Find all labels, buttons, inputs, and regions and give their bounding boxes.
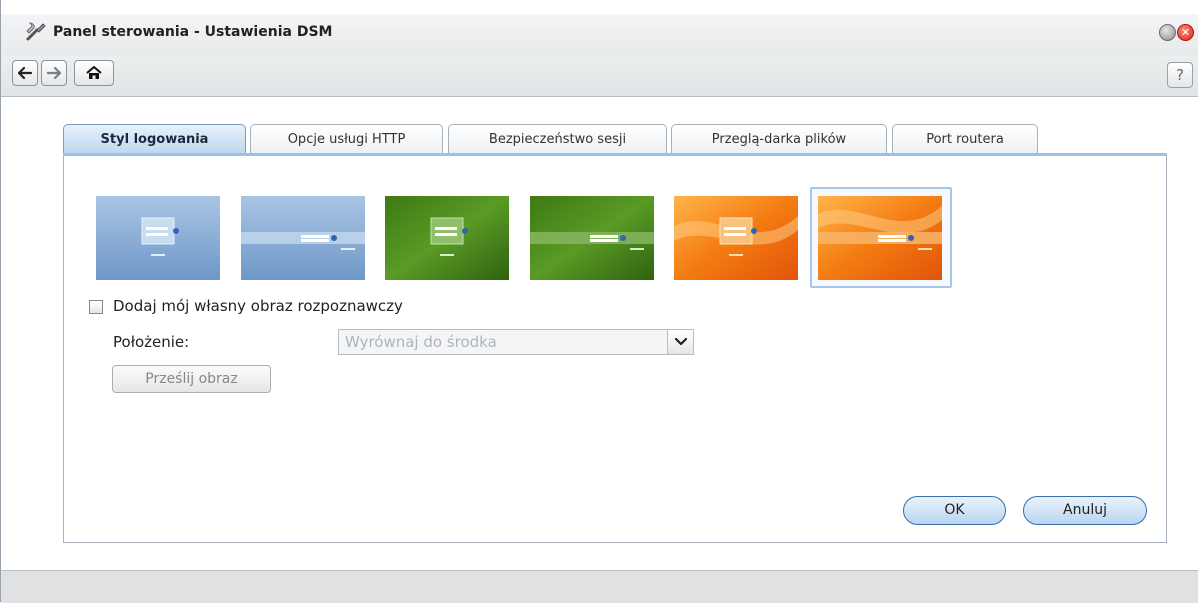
login-style-orange-bar[interactable] bbox=[818, 196, 942, 280]
tab-file-browser[interactable]: Przeglą-darka plików bbox=[671, 124, 887, 154]
minimize-button[interactable] bbox=[1159, 24, 1176, 41]
cancel-button[interactable]: Anuluj bbox=[1023, 496, 1147, 525]
back-button[interactable] bbox=[12, 60, 38, 86]
tab-session-security[interactable]: Bezpieczeństwo sesji bbox=[448, 124, 667, 154]
home-icon bbox=[86, 66, 102, 79]
position-select-value: Wyrównaj do środka bbox=[345, 333, 497, 351]
close-icon: ✕ bbox=[1180, 26, 1191, 39]
login-style-green-box[interactable] bbox=[385, 196, 509, 280]
arrow-left-icon bbox=[18, 67, 32, 79]
custom-image-label: Dodaj mój własny obraz rozpoznawczy bbox=[113, 297, 403, 315]
close-button[interactable]: ✕ bbox=[1177, 24, 1194, 41]
status-bar bbox=[1, 570, 1198, 603]
login-style-orange-box[interactable] bbox=[674, 196, 798, 280]
help-button[interactable]: ? bbox=[1167, 62, 1193, 88]
upload-image-button[interactable]: Prześlij obraz bbox=[112, 365, 271, 393]
custom-image-checkbox[interactable] bbox=[89, 300, 103, 314]
title-bar[interactable]: Panel sterowania - Ustawienia DSM ✕ bbox=[1, 14, 1198, 56]
login-style-blue-bar[interactable] bbox=[241, 196, 365, 280]
tools-icon bbox=[26, 22, 46, 41]
home-button[interactable] bbox=[74, 60, 114, 86]
arrow-right-icon bbox=[47, 67, 61, 79]
login-style-blue-box[interactable] bbox=[96, 196, 220, 280]
tab-http-options[interactable]: Opcje usługi HTTP bbox=[250, 124, 443, 154]
tab-login-style[interactable]: Styl logowania bbox=[63, 124, 246, 155]
forward-button[interactable] bbox=[41, 60, 67, 86]
position-select[interactable]: Wyrównaj do środka bbox=[338, 329, 694, 355]
toolbar: ? bbox=[1, 56, 1198, 97]
position-select-toggle[interactable] bbox=[667, 330, 693, 354]
ok-button[interactable]: OK bbox=[903, 496, 1006, 525]
settings-window: Panel sterowania - Ustawienia DSM ✕ ? St… bbox=[0, 0, 1198, 603]
tab-router-port[interactable]: Port routera bbox=[892, 124, 1038, 154]
chevron-down-icon bbox=[674, 338, 687, 346]
window-title: Panel sterowania - Ustawienia DSM bbox=[53, 24, 333, 40]
login-style-green-bar[interactable] bbox=[530, 196, 654, 280]
position-label: Położenie: bbox=[113, 333, 190, 351]
